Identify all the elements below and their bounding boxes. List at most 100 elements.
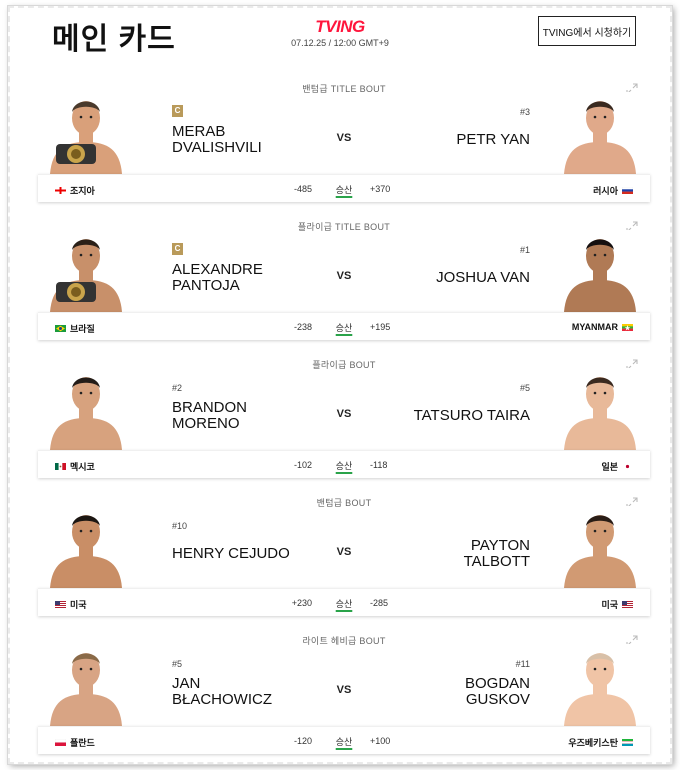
watch-on-tving-button[interactable]: TVING에서 시청하기: [538, 16, 636, 46]
left-fighter-name-line: ALEXANDRE: [172, 261, 263, 278]
odds-bar: 폴란드 -120 승산 +100 우즈베키스탄: [38, 726, 650, 754]
champion-badge: C: [172, 243, 183, 255]
left-fighter-odds: -485: [293, 184, 312, 194]
left-fighter-name[interactable]: JAN BŁACHOWICZ: [172, 676, 272, 708]
left-fighter-name-line: HENRY CEJUDO: [172, 545, 290, 562]
uzbekistan-flag-icon: [622, 739, 633, 746]
right-fighter-name[interactable]: BOGDAN GUSKOV: [465, 676, 530, 708]
left-fighter-odds: -120: [293, 736, 312, 746]
bout-card[interactable]: 플라이급 TITLE BOUT C #1 ALEXANDRE PANTOJA JOSHUA…: [38, 220, 650, 348]
usa-flag-icon: [55, 601, 66, 608]
win-probability-link[interactable]: 승산: [334, 321, 354, 334]
left-fighter-name-line: JAN: [172, 675, 201, 692]
left-fighter-rank: #5: [172, 659, 183, 669]
bout-card[interactable]: 밴텀급 BOUT #10 HENRY CEJUDO PAYTON TALBOTT VS 미국…: [38, 496, 650, 624]
brazil-flag-icon: [55, 325, 66, 332]
header: 메인 카드 TVING 07.12.25 / 12:00 GMT+9 TVING…: [8, 6, 672, 66]
myanmar-flag-icon: [622, 323, 633, 331]
russia-flag-icon: [622, 187, 633, 194]
right-fighter-name[interactable]: JOSHUA VAN: [436, 270, 530, 286]
right-fighter-photo[interactable]: [560, 506, 640, 588]
odds-bar: 브라질 -238 승산 +195 MYANMAR: [38, 312, 650, 340]
right-fighter-photo[interactable]: [560, 644, 640, 726]
left-fighter-country: 조지아: [55, 184, 95, 197]
left-fighter-photo[interactable]: [46, 506, 126, 588]
right-fighter-name-line: TATSURO TAIRA: [413, 407, 530, 424]
bout-weight-class: 플라이급 TITLE BOUT: [297, 222, 391, 232]
vs-label: VS: [336, 408, 352, 420]
vs-label: VS: [336, 546, 352, 558]
bout-card[interactable]: 라이트 헤비급 BOUT #5 #11 JAN BŁACHOWICZ BOGDAN GUSK…: [38, 634, 650, 762]
left-fighter-name-line: MORENO: [172, 415, 240, 432]
japan-flag-icon: [622, 463, 633, 470]
country-name: 우즈베키스탄: [568, 738, 618, 748]
right-fighter-name[interactable]: PAYTON TALBOTT: [464, 538, 530, 570]
bout-weight-class: 라이트 헤비급 BOUT: [302, 636, 386, 646]
poland-flag-icon: [55, 739, 66, 746]
bout-weight-class: 밴텀급 TITLE BOUT: [302, 84, 386, 94]
right-fighter-name-line: TALBOTT: [463, 553, 530, 570]
right-fighter-country: 미국: [601, 598, 633, 611]
usa-flag-icon: [622, 601, 633, 608]
right-fighter-country: 일본: [601, 460, 633, 473]
win-probability-link[interactable]: 승산: [334, 597, 354, 610]
left-fighter-name[interactable]: HENRY CEJUDO: [172, 546, 290, 562]
right-fighter-rank: #1: [519, 245, 530, 255]
left-fighter-odds: -102: [293, 460, 312, 470]
left-fighter-name[interactable]: BRANDON MORENO: [172, 400, 247, 432]
bout-card[interactable]: 밴텀급 TITLE BOUT C #3 MERAB DVALISHVILI PETR YA…: [38, 82, 650, 210]
right-fighter-name[interactable]: TATSURO TAIRA: [414, 408, 530, 424]
right-fighter-name-line: PAYTON: [470, 537, 530, 554]
left-fighter-photo[interactable]: [46, 92, 126, 174]
odds-bar: 미국 +230 승산 -285 미국: [38, 588, 650, 616]
bout-weight-class: 밴텀급 BOUT: [316, 498, 372, 508]
main-card-panel: 메인 카드 TVING 07.12.25 / 12:00 GMT+9 TVING…: [8, 6, 672, 764]
right-fighter-country: MYANMAR: [572, 322, 633, 332]
country-name: 멕시코: [70, 462, 95, 472]
champion-badge: C: [172, 105, 183, 117]
right-fighter-name-line: GUSKOV: [465, 691, 530, 708]
right-fighter-country: 러시아: [593, 184, 633, 197]
vs-label: VS: [336, 270, 352, 282]
right-fighter-photo[interactable]: [560, 92, 640, 174]
odds-bar: 멕시코 -102 승산 -118 일본: [38, 450, 650, 478]
right-fighter-odds: +370: [370, 184, 391, 194]
left-fighter-name-line: DVALISHVILI: [172, 139, 262, 156]
left-fighter-photo[interactable]: [46, 230, 126, 312]
odds-bar: 조지아 -485 승산 +370 러시아: [38, 174, 650, 202]
left-fighter-name[interactable]: MERAB DVALISHVILI: [172, 124, 262, 156]
left-fighter-country: 폴란드: [55, 736, 95, 749]
vs-label: VS: [336, 132, 352, 144]
left-fighter-photo[interactable]: [46, 368, 126, 450]
bout-card[interactable]: 플라이급 BOUT #2 #5 BRANDON MORENO TATSURO TAIRA V…: [38, 358, 650, 486]
win-probability-link[interactable]: 승산: [334, 735, 354, 748]
right-fighter-name[interactable]: PETR YAN: [456, 132, 530, 148]
right-fighter-rank: #3: [519, 107, 530, 117]
tving-logo: TVING: [315, 17, 365, 36]
left-fighter-country: 미국: [55, 598, 87, 611]
country-name: 일본: [601, 462, 618, 472]
country-name: 폴란드: [70, 738, 95, 748]
left-fighter-name[interactable]: ALEXANDRE PANTOJA: [172, 262, 263, 294]
mexico-flag-icon: [55, 463, 66, 470]
right-fighter-country: 우즈베키스탄: [568, 736, 633, 749]
left-fighter-name-line: BRANDON: [172, 399, 248, 416]
country-name: 러시아: [593, 186, 618, 196]
win-probability-link[interactable]: 승산: [334, 459, 354, 472]
right-fighter-name-line: JOSHUA VAN: [436, 269, 530, 286]
right-fighter-photo[interactable]: [560, 230, 640, 312]
right-fighter-odds: +100: [370, 736, 391, 746]
left-fighter-photo[interactable]: [46, 644, 126, 726]
country-name: MYANMAR: [571, 322, 618, 332]
win-probability-link[interactable]: 승산: [334, 183, 354, 196]
right-fighter-odds: -285: [370, 598, 389, 608]
left-fighter-rank: #10: [172, 521, 188, 531]
bout-weight-class: 플라이급 BOUT: [312, 360, 376, 370]
right-fighter-rank: #5: [519, 383, 530, 393]
right-fighter-odds: +195: [370, 322, 391, 332]
left-fighter-country: 멕시코: [55, 460, 95, 473]
left-fighter-rank: #2: [172, 383, 183, 393]
right-fighter-photo[interactable]: [560, 368, 640, 450]
right-fighter-odds: -118: [370, 460, 388, 470]
country-name: 브라질: [70, 324, 95, 334]
